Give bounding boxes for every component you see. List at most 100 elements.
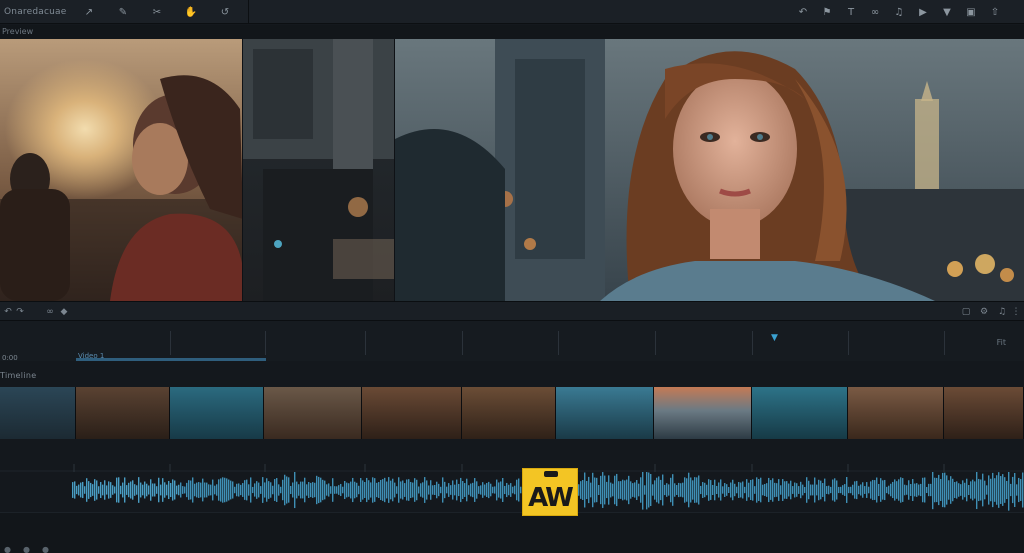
waveform-bar [976,470,978,510]
preview-clip-sunset [0,39,243,301]
export-icon[interactable]: ⇧ [988,5,1002,19]
clip-thumbnail[interactable] [556,387,654,439]
clip-thumbnail[interactable] [0,387,76,439]
clip-thumbnail[interactable] [170,387,264,439]
redo-small-icon[interactable]: ↷ [14,306,26,318]
marker-icon[interactable]: ▼ [940,5,954,19]
waveform-bar [792,486,794,494]
waveform-bar [256,481,258,499]
waveform-bar [1016,484,1018,496]
waveform-bar [316,475,318,505]
waveform-bar [498,482,500,498]
waveform-bar [380,479,382,501]
transport-controls: ↶ ↷ ∞ ◆ ▢ ⚙ ♫ ⋮ [0,301,1024,321]
more-icon[interactable]: ⋮ [1010,306,1022,318]
ripple-icon[interactable]: ↺ [218,5,232,19]
undo-icon[interactable]: ↶ [796,5,810,19]
lower-empty-track[interactable] [0,512,1024,553]
hand-icon[interactable]: ✋ [184,5,198,19]
clip-thumbnail[interactable] [752,387,848,439]
waveform-bar [968,485,970,495]
speaker-icon[interactable]: ♫ [892,5,906,19]
waveform-bar [370,482,372,498]
undo-small-icon[interactable]: ↶ [2,306,14,318]
video-track[interactable] [0,387,1024,439]
timeline-ruler[interactable]: 0:00 Video 1 ▼ Fit [0,321,1024,362]
waveform-bar [322,479,324,501]
waveform-bar [954,482,956,498]
waveform-bar [912,479,914,501]
clip-thumbnail[interactable] [362,387,462,439]
waveform-bar [742,481,744,499]
clip-thumbnail[interactable] [462,387,556,439]
waveform-bar [408,479,410,501]
clip-thumbnail[interactable] [944,387,1024,439]
flag-icon[interactable]: ⚑ [820,5,834,19]
waveform-bar [454,484,456,496]
waveform-bar [706,484,708,496]
waveform-bar [356,482,358,498]
waveform-bar [352,477,354,503]
waveform-bar [778,479,780,501]
audio-track[interactable] [0,469,1024,512]
link-icon[interactable]: ∞ [868,5,882,19]
clip-thumbnail[interactable] [654,387,752,439]
waveform-bar [270,482,272,498]
clip-thumbnail[interactable] [264,387,362,439]
track-lock-icon[interactable]: ● [4,545,11,553]
zoom-label[interactable]: Fit [997,338,1006,347]
waveform-bar [852,484,854,496]
ruler-tick [462,331,463,355]
waveform-bar [392,478,394,502]
waveform-bar [278,484,280,496]
scissors-icon[interactable]: ✂ [150,5,164,19]
crop-icon[interactable]: ▣ [964,5,978,19]
track-solo-icon[interactable]: ● [42,545,49,553]
waveform-bar [150,479,152,501]
waveform-bar [586,480,588,500]
waveform-bar [652,484,654,496]
waveform-bar [508,484,510,496]
volume-icon[interactable]: ♫ [996,306,1008,318]
waveform-bar [962,480,964,500]
waveform-bar [878,483,880,497]
preview-viewer[interactable] [0,39,1024,301]
waveform-bar [790,480,792,500]
waveform-bar [858,485,860,495]
waveform-bar [622,479,624,501]
waveform-bar [810,484,812,496]
clip-thumbnail[interactable] [76,387,170,439]
waveform-bar [110,482,112,498]
marker-small-icon[interactable]: ◆ [58,306,70,318]
waveform-bar [608,475,610,505]
clip-thumbnail[interactable] [848,387,944,439]
waveform-bar [288,477,290,503]
waveform-bar [728,486,730,494]
waveform-bar [92,484,94,496]
waveform-bar [284,474,286,506]
playhead-marker[interactable]: ▼ [771,333,778,343]
top-toolbar: Onaredacuae ↗ ✎ ✂ ✋ ↺ ↶ ⚑ T ∞ ♫ ▶ ▼ ▣ ⇧ [0,0,1024,24]
fullscreen-icon[interactable]: ▢ [960,306,972,318]
link-small-icon[interactable]: ∞ [44,306,56,318]
audio-ruler [0,460,1024,472]
track-mute-icon[interactable]: ● [23,545,30,553]
text-icon[interactable]: T [844,5,858,19]
waveform-bar [884,479,886,501]
waveform-bar [406,479,408,501]
waveform-bar [950,476,952,504]
pen-icon[interactable]: ✎ [116,5,130,19]
waveform-bar [250,477,252,503]
waveform-bar [488,481,490,499]
waveform-bar [462,481,464,499]
settings-icon[interactable]: ⚙ [978,306,990,318]
play-icon[interactable]: ▶ [916,5,930,19]
cursor-icon[interactable]: ↗ [82,5,96,19]
waveform-bar [842,485,844,495]
waveform-bar [122,482,124,498]
waveform-bar [724,483,726,497]
waveform-bar [202,478,204,502]
waveform-bar [426,480,428,500]
waveform-bar [126,485,128,495]
selection-range[interactable] [76,358,266,361]
